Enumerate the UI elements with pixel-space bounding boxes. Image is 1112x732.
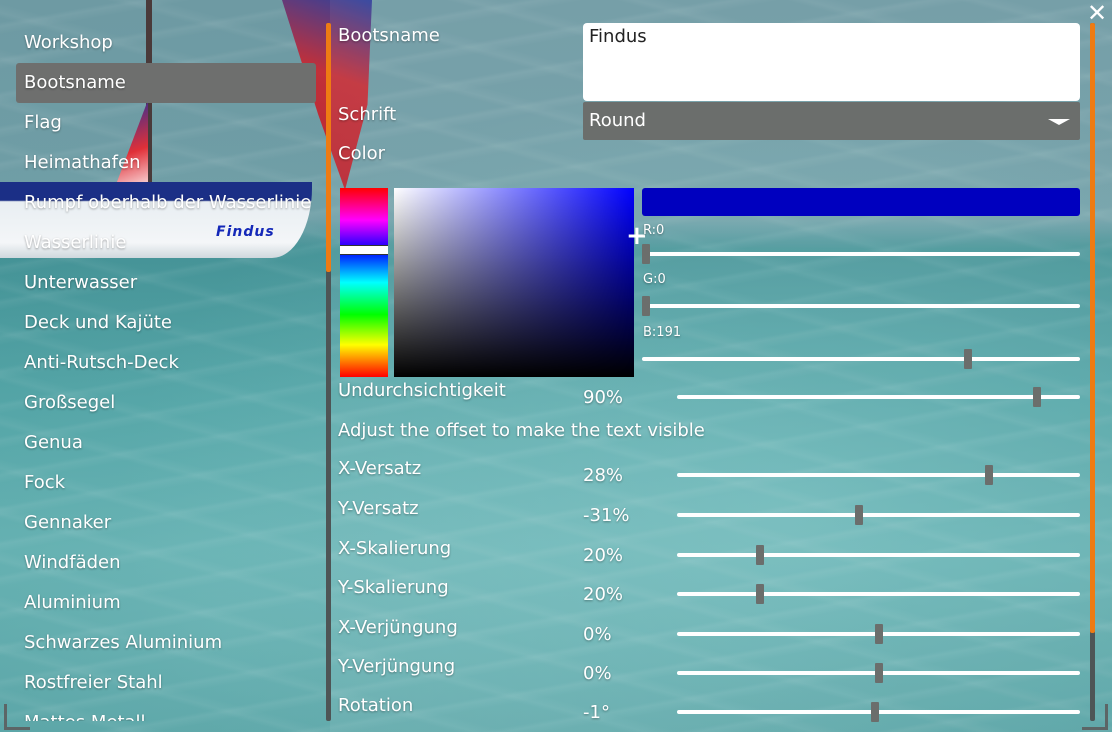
- opacity-value: 90%: [583, 387, 624, 408]
- y_offset-slider-track: [677, 513, 1080, 517]
- menu-item[interactable]: Deck und Kajüte: [16, 303, 316, 343]
- x_offset-slider[interactable]: [677, 465, 1080, 485]
- blue-value-label: B:191: [643, 325, 682, 340]
- y_scale-label: Y-Skalierung: [338, 577, 449, 598]
- blue-slider-track: [642, 357, 1080, 361]
- menu-item[interactable]: Rostfreier Stahl: [16, 663, 316, 703]
- menu-item[interactable]: Großsegel: [16, 383, 316, 423]
- red-slider-track: [642, 252, 1080, 256]
- y_taper-slider[interactable]: [677, 663, 1080, 683]
- font-label: Schrift: [338, 104, 397, 125]
- red-value-label: R:0: [643, 223, 665, 238]
- x_scale-slider-knob[interactable]: [756, 545, 764, 565]
- y_taper-slider-knob[interactable]: [875, 663, 883, 683]
- menu-item[interactable]: Genua: [16, 423, 316, 463]
- y_offset-slider-knob[interactable]: [855, 505, 863, 525]
- customization-menu: Workshop Bootsname Flag Heimathafen Rumpf ob…: [16, 23, 316, 721]
- close-button[interactable]: ✕: [1086, 0, 1108, 26]
- opacity-slider-track: [677, 395, 1080, 399]
- y_scale-slider-knob[interactable]: [756, 584, 764, 604]
- chevron-down-icon: [1048, 119, 1070, 125]
- menu-item[interactable]: Heimathafen: [16, 143, 316, 183]
- y_taper-value: 0%: [583, 663, 612, 684]
- y_offset-value: -31%: [583, 505, 630, 526]
- x_scale-value: 20%: [583, 545, 624, 566]
- x_offset-slider-knob[interactable]: [985, 465, 993, 485]
- corner-bottom-left: [4, 704, 30, 730]
- red-slider[interactable]: [642, 244, 1080, 264]
- menu-item[interactable]: Gennaker: [16, 503, 316, 543]
- menu-item[interactable]: Mattes Metall: [16, 703, 316, 721]
- x_scale-label: X-Skalierung: [338, 538, 452, 559]
- x_offset-value: 28%: [583, 465, 624, 486]
- boat-name-label: Bootsname: [338, 25, 440, 46]
- opacity-slider[interactable]: [677, 387, 1080, 407]
- y_scale-value: 20%: [583, 584, 624, 605]
- x_offset-slider-track: [677, 473, 1080, 477]
- y_offset-label: Y-Versatz: [338, 498, 419, 519]
- rotation-value: -1°: [583, 702, 610, 723]
- green-slider[interactable]: [642, 296, 1080, 316]
- green-slider-track: [642, 304, 1080, 308]
- x_offset-label: X-Versatz: [338, 458, 422, 479]
- color-preview-swatch: [642, 188, 1080, 216]
- x_scale-slider[interactable]: [677, 545, 1080, 565]
- rotation-slider-knob[interactable]: [871, 702, 879, 722]
- menu-item[interactable]: Schwarzes Aluminium: [16, 623, 316, 663]
- menu-item[interactable]: Bootsname: [16, 63, 316, 103]
- menu-item[interactable]: Unterwasser: [16, 263, 316, 303]
- rotation-label: Rotation: [338, 695, 414, 716]
- menu-item[interactable]: Wasserlinie: [16, 223, 316, 263]
- x_taper-slider-knob[interactable]: [875, 624, 883, 644]
- hue-slider[interactable]: [340, 188, 388, 377]
- opacity-label: Undurchsichtigkeit: [338, 380, 506, 401]
- x_taper-value: 0%: [583, 624, 612, 645]
- menu-scrollbar[interactable]: [326, 23, 331, 721]
- y_offset-slider[interactable]: [677, 505, 1080, 525]
- y_taper-label: Y-Verjüngung: [338, 656, 456, 677]
- menu-item[interactable]: Aluminium: [16, 583, 316, 623]
- opacity-slider-knob[interactable]: [1033, 387, 1041, 407]
- rotation-slider[interactable]: [677, 702, 1080, 722]
- x_scale-slider-track: [677, 553, 1080, 557]
- font-select-value: Round: [589, 110, 646, 131]
- red-slider-knob[interactable]: [642, 244, 650, 264]
- font-select[interactable]: Round: [583, 102, 1080, 140]
- boat-name-input[interactable]: [583, 23, 1080, 101]
- blue-slider[interactable]: [642, 349, 1080, 369]
- menu-item[interactable]: Fock: [16, 463, 316, 503]
- offset-hint: Adjust the offset to make the text visib…: [338, 420, 705, 441]
- color-label: Color: [338, 143, 385, 164]
- menu-scrollbar-thumb[interactable]: [326, 23, 331, 272]
- menu-item[interactable]: Rumpf oberhalb der Wasserlinie: [16, 183, 316, 223]
- x_taper-label: X-Verjüngung: [338, 617, 458, 638]
- y_scale-slider[interactable]: [677, 584, 1080, 604]
- green-value-label: G:0: [643, 272, 666, 287]
- x_taper-slider[interactable]: [677, 624, 1080, 644]
- menu-item[interactable]: Anti-Rutsch-Deck: [16, 343, 316, 383]
- menu-item[interactable]: Windfäden: [16, 543, 316, 583]
- panel-scrollbar-thumb[interactable]: [1090, 23, 1095, 633]
- y_scale-slider-track: [677, 592, 1080, 596]
- green-slider-knob[interactable]: [642, 296, 650, 316]
- panel-scrollbar[interactable]: [1090, 23, 1095, 721]
- blue-slider-knob[interactable]: [964, 349, 972, 369]
- menu-item[interactable]: Workshop: [16, 23, 316, 63]
- menu-item[interactable]: Flag: [16, 103, 316, 143]
- saturation-value-field[interactable]: +: [394, 188, 648, 377]
- hue-marker[interactable]: [340, 245, 388, 255]
- corner-bottom-right: [1082, 704, 1108, 730]
